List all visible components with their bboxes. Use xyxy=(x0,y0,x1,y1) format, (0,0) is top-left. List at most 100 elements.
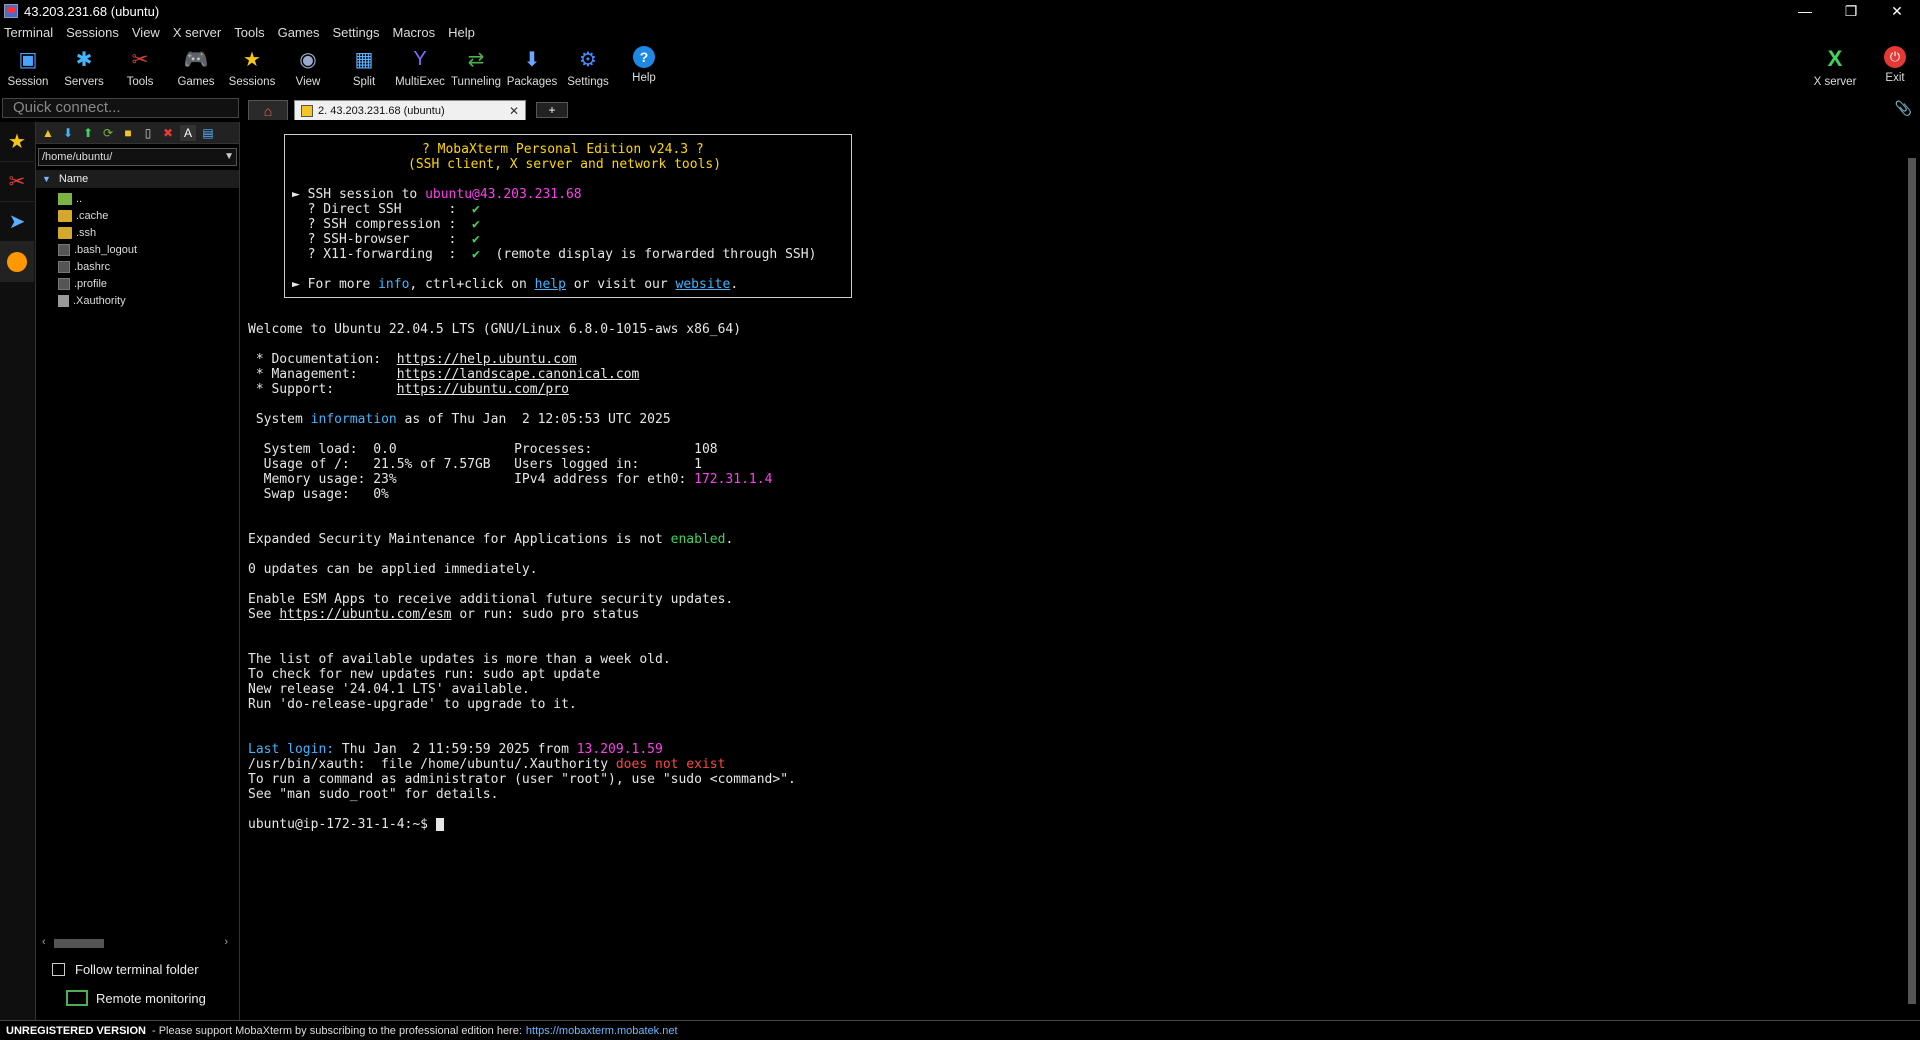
toolbar-label: Session xyxy=(7,76,49,88)
toolbar-multiexec-button[interactable]: Y MultiExec xyxy=(392,42,448,94)
close-button[interactable]: ✕ xyxy=(1874,0,1920,22)
menu-games[interactable]: Games xyxy=(278,25,320,40)
toolbar-tunneling-button[interactable]: ⇄ Tunneling xyxy=(448,42,504,94)
macros-side-tab[interactable]: ➤ xyxy=(0,202,34,242)
remote-label: Remote monitoring xyxy=(96,990,206,1006)
folder-up-icon[interactable]: ▲ xyxy=(40,125,56,141)
toolbar-label: Tools xyxy=(126,76,154,88)
upload-icon[interactable]: ⬆ xyxy=(80,125,96,141)
download-icon[interactable]: ⬇ xyxy=(60,125,76,141)
tab-session[interactable]: 2. 43.203.231.68 (ubuntu) ✕ xyxy=(294,100,526,120)
text: Thu Jan 2 11:59:59 2025 from xyxy=(334,742,577,757)
sftp-side-tab[interactable] xyxy=(0,242,34,282)
menu-help[interactable]: Help xyxy=(448,25,475,40)
ssh-browser-line: ? SSH-browser : ✔ xyxy=(292,232,480,247)
status-bar: UNREGISTERED VERSION - Please support Mo… xyxy=(0,1020,1920,1040)
list-item[interactable]: .Xauthority xyxy=(36,292,239,309)
quick-connect-input[interactable]: Quick connect... xyxy=(2,98,239,118)
toolbar-split-button[interactable]: ▦ Split xyxy=(336,42,392,94)
mgmt-link[interactable]: https://landscape.canonical.com xyxy=(397,367,640,382)
list-item[interactable]: .bash_logout xyxy=(36,241,239,258)
list-item[interactable]: .. xyxy=(36,190,239,207)
esm-link[interactable]: https://ubuntu.com/esm xyxy=(279,607,451,622)
prompt-line[interactable]: ubuntu@ip-172-31-1-4:~$ xyxy=(248,817,444,832)
load-line: System load: 0.0 Processes: 108 xyxy=(248,442,718,457)
home-tab[interactable]: ⌂ xyxy=(248,100,288,120)
path-field[interactable]: /home/ubuntu/ ▼ xyxy=(38,148,237,166)
home-icon: ⌂ xyxy=(263,102,273,119)
mobatek-link[interactable]: https://mobaxterm.mobatek.net xyxy=(526,1025,678,1037)
paperclip-icon[interactable]: 📎 xyxy=(1895,100,1912,117)
tab-close-icon[interactable]: ✕ xyxy=(509,104,519,118)
menu-view[interactable]: View xyxy=(132,25,160,40)
new-tab-button[interactable]: + xyxy=(536,102,568,118)
menu-tools[interactable]: Tools xyxy=(234,25,264,40)
scroll-left-icon[interactable]: ‹ xyxy=(42,936,46,948)
ssh-target: ubuntu@43.203.231.68 xyxy=(425,187,582,202)
list-item[interactable]: .ssh xyxy=(36,224,239,241)
permissions-icon[interactable]: ▤ xyxy=(200,125,216,141)
window-title: 43.203.231.68 (ubuntu) xyxy=(24,3,160,19)
tools-side-tab[interactable]: ✂ xyxy=(0,162,34,202)
text: as of Thu Jan 2 12:05:53 UTC 2025 xyxy=(396,412,671,427)
toolbar-session-button[interactable]: ▣ Session xyxy=(0,42,56,94)
session-icon: ▣ xyxy=(18,48,38,71)
rename-icon[interactable]: A xyxy=(180,124,196,141)
follow-checkbox[interactable] xyxy=(52,963,65,976)
list-item[interactable]: .cache xyxy=(36,207,239,224)
follow-terminal-folder[interactable]: Follow terminal folder xyxy=(52,962,199,977)
toolbar-label: X server xyxy=(1813,76,1857,88)
toolbar-packages-button[interactable]: ⬇ Packages xyxy=(504,42,560,94)
new-folder-icon[interactable]: ■ xyxy=(120,125,136,141)
text: ? Direct SSH : xyxy=(292,202,473,217)
info-link[interactable]: info xyxy=(378,277,409,292)
doc-link[interactable]: https://help.ubuntu.com xyxy=(397,352,577,367)
refresh-icon[interactable]: ⟳ xyxy=(100,125,116,141)
remote-monitoring-button[interactable]: Remote monitoring xyxy=(66,990,206,1006)
file-name: .bashrc xyxy=(74,260,111,273)
updates-line: 0 updates can be applied immediately. xyxy=(248,562,538,577)
delete-icon[interactable]: ✖ xyxy=(160,125,176,141)
folder-icon xyxy=(58,226,72,239)
toolbar-tools-button[interactable]: ✂ Tools xyxy=(112,42,168,94)
text: enabled xyxy=(670,532,726,547)
menu-xserver[interactable]: X server xyxy=(173,25,221,40)
toolbar-sessions-button[interactable]: ★ Sessions xyxy=(224,42,280,94)
scroll-right-icon[interactable]: › xyxy=(224,936,228,948)
column-header-name[interactable]: ▼ Name xyxy=(36,170,239,188)
list-item[interactable]: .profile xyxy=(36,275,239,292)
title-bar: 43.203.231.68 (ubuntu) — ❐ ✕ xyxy=(0,0,1920,22)
text: , ctrl+click on xyxy=(409,277,535,292)
terminal-scrollbar[interactable] xyxy=(1904,122,1920,1020)
chevron-down-icon[interactable]: ▼ xyxy=(224,149,234,165)
list-item[interactable]: .bashrc xyxy=(36,258,239,275)
terminal-area[interactable]: ? MobaXterm Personal Edition v24.3 ? (SS… xyxy=(242,122,1904,1020)
menu-sessions[interactable]: Sessions xyxy=(66,25,119,40)
esm-line: Expanded Security Maintenance for Applic… xyxy=(248,532,733,547)
new-file-icon[interactable]: ▯ xyxy=(140,125,156,141)
xserver-button[interactable]: X X server xyxy=(1800,42,1870,94)
menu-terminal[interactable]: Terminal xyxy=(4,25,53,40)
toolbar-label: Sessions xyxy=(228,76,276,88)
minimize-button[interactable]: — xyxy=(1782,0,1828,22)
exit-button[interactable]: ⏻ Exit xyxy=(1870,42,1920,94)
toolbar-servers-button[interactable]: ✱ Servers xyxy=(56,42,112,94)
scroll-thumb[interactable] xyxy=(54,939,104,948)
help-link[interactable]: help xyxy=(535,277,566,292)
toolbar-help-button[interactable]: ? Help xyxy=(616,42,672,94)
support-line: * Support: https://ubuntu.com/pro xyxy=(248,382,569,397)
toolbar-view-button[interactable]: ◉ View xyxy=(280,42,336,94)
sftp-icon xyxy=(7,251,27,272)
toolbar-settings-button[interactable]: ⚙ Settings xyxy=(560,42,616,94)
scroll-thumb[interactable] xyxy=(1908,158,1916,1004)
restore-button[interactable]: ❐ xyxy=(1828,0,1874,22)
support-link[interactable]: https://ubuntu.com/pro xyxy=(397,382,569,397)
website-link[interactable]: website xyxy=(676,277,731,292)
toolbar-games-button[interactable]: 🎮 Games xyxy=(168,42,224,94)
menu-settings[interactable]: Settings xyxy=(333,25,380,40)
horizontal-scrollbar[interactable]: ‹ › xyxy=(40,936,232,950)
menu-macros[interactable]: Macros xyxy=(392,25,435,40)
banner-sub-text: (SSH client, X server and network tools) xyxy=(408,157,722,172)
file-name: .. xyxy=(76,192,83,205)
sessions-star-tab[interactable]: ★ xyxy=(0,122,34,162)
